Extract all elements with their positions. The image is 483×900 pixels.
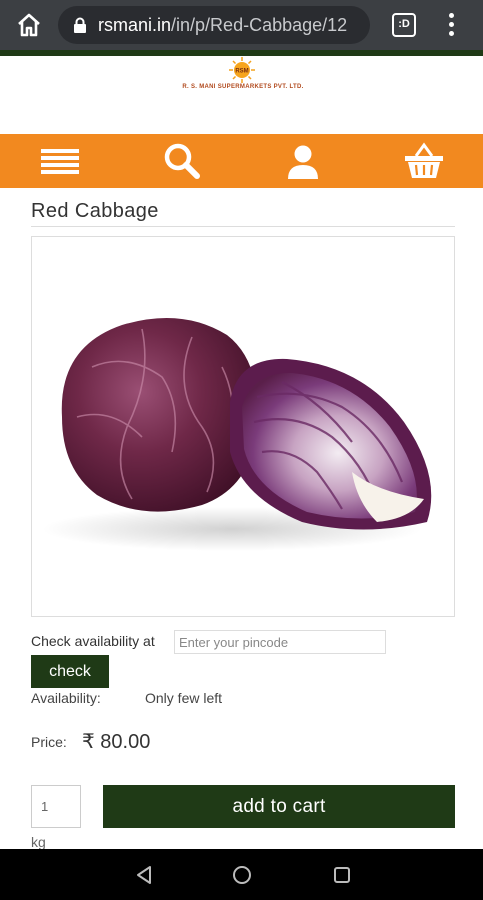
check-button[interactable]: check — [31, 655, 109, 688]
check-availability-label: Check availability at — [31, 633, 155, 649]
add-to-cart-button[interactable]: add to cart — [103, 785, 455, 828]
price-label: Price: — [31, 734, 67, 750]
product-title: Red Cabbage — [31, 200, 159, 222]
back-icon[interactable] — [132, 863, 156, 887]
site-logo[interactable]: RSM R. S. MANI SUPERMARKETS PVT. LTD. — [172, 56, 312, 104]
availability-value: Only few left — [145, 690, 223, 706]
recents-icon[interactable] — [330, 863, 354, 887]
product-image[interactable] — [31, 236, 455, 617]
url-path: /in/p/Red-Cabbage/12 — [171, 15, 348, 35]
logo-text: R. S. MANI SUPERMARKETS PVT. LTD. — [182, 84, 304, 90]
logo-badge: RSM — [235, 69, 248, 75]
tab-switcher-button[interactable]: :D — [392, 13, 416, 37]
system-navigation-bar — [0, 849, 483, 900]
url-host: rsmani.in — [98, 15, 172, 35]
red-cabbage-image — [42, 317, 432, 551]
availability-label: Availability: — [31, 690, 101, 706]
browser-toolbar: rsmani.in/in/p/Red-Cabbage/12 :D — [0, 0, 483, 50]
logo-sun-icon: RSM — [229, 57, 255, 83]
unit-label: kg — [31, 834, 46, 850]
price-value: ₹ 80.00 — [82, 731, 151, 753]
address-bar[interactable]: rsmani.in/in/p/Red-Cabbage/12 — [58, 6, 370, 44]
basket-icon[interactable] — [404, 141, 444, 181]
search-icon[interactable] — [162, 141, 202, 181]
menu-icon[interactable] — [40, 141, 80, 181]
lock-icon — [74, 17, 86, 33]
pincode-input[interactable] — [174, 630, 386, 654]
home-circle-icon[interactable] — [230, 863, 254, 887]
main-nav-bar — [0, 134, 483, 188]
url-text: rsmani.in/in/p/Red-Cabbage/12 — [98, 15, 347, 36]
title-divider — [31, 226, 455, 227]
home-icon[interactable] — [14, 10, 44, 40]
quantity-input[interactable] — [31, 785, 81, 828]
user-icon[interactable] — [283, 141, 323, 181]
more-vert-icon[interactable] — [440, 12, 464, 38]
